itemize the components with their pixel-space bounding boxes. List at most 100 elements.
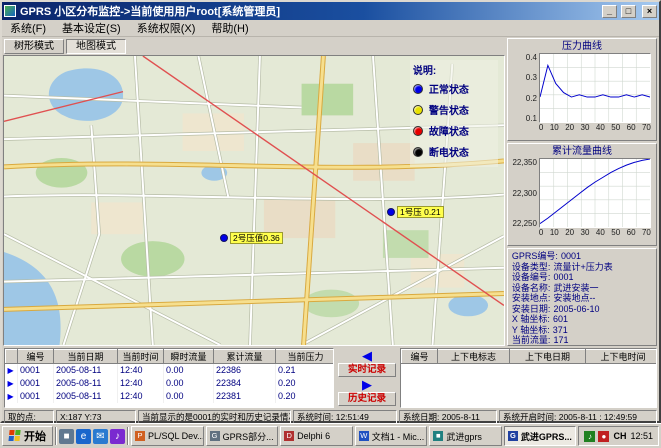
- task-label: 文档1 - Mic...: [372, 430, 425, 443]
- window-title: GPRS 小区分布监控->当前使用用户root[系统管理员]: [20, 3, 598, 19]
- legend-items: 正常状态 警告状态 故障状态 断电状态: [413, 81, 495, 159]
- y-tick-label: 22,300: [512, 189, 536, 198]
- device-info-panel: GPRS编号:0001 设备类型:流量计+压力表 设备编号:0001 设备名称:…: [507, 248, 657, 346]
- y-axis-ticks: 0.40.30.20.1: [511, 53, 539, 123]
- minimize-button[interactable]: _: [602, 5, 617, 18]
- task-button[interactable]: ■ 武进gprs: [429, 426, 502, 446]
- app-window: GPRS 小区分布监控->当前使用用户root[系统管理员] _ □ × 系统(…: [0, 0, 661, 423]
- menu-item[interactable]: 帮助(H): [203, 19, 256, 37]
- device-dot-icon: [387, 208, 395, 216]
- y-tick-label: 0.4: [526, 53, 537, 62]
- x-tick-label: 30: [581, 123, 590, 133]
- info-label: GPRS编号:: [512, 251, 558, 261]
- task-buttons: P PL/SQL Dev... G GPRS部分... D Delphi 6 W…: [131, 426, 576, 446]
- taskbar-divider: [127, 427, 129, 445]
- y-axis-ticks: 22,35022,30022,250: [511, 158, 539, 228]
- history-record-button[interactable]: 历史记录: [338, 392, 396, 406]
- legend-item-label: 正常状态: [429, 81, 469, 96]
- realtime-table: 编号当前日期当前时间瞬时流量累计流量当前压力 ▶00012005-08-1112…: [4, 348, 334, 408]
- view-mode-tab[interactable]: 树形模式: [4, 39, 64, 54]
- menu-item[interactable]: 系统权限(X): [129, 19, 204, 37]
- column-header: [6, 350, 18, 364]
- info-label: 设备名称:: [512, 283, 551, 293]
- status-dot-icon: [413, 84, 423, 94]
- legend-item: 正常状态: [413, 81, 495, 96]
- taskbar-divider: [55, 427, 57, 445]
- task-button[interactable]: D Delphi 6: [280, 426, 353, 446]
- task-app-icon: W: [359, 431, 369, 441]
- quick-launch-icon[interactable]: ■: [59, 429, 74, 444]
- y-tick-label: 0.1: [526, 114, 537, 123]
- map-panel[interactable]: 说明: 正常状态 警告状态: [3, 55, 505, 346]
- x-tick-label: 50: [611, 228, 620, 238]
- device-dot-icon: [220, 234, 228, 242]
- view-mode-tab[interactable]: 地图模式: [66, 39, 126, 54]
- info-label: Y 轴坐标:: [512, 325, 550, 335]
- table-row[interactable]: ▶00012005-08-1112:400.00223840.20: [6, 377, 335, 390]
- info-value: 武进安装一: [553, 283, 598, 293]
- menu-item[interactable]: 基本设定(S): [54, 19, 129, 37]
- x-tick-label: 10: [550, 228, 559, 238]
- view-mode-tabs: 树形模式地图模式: [2, 37, 506, 55]
- info-value: 371: [553, 325, 568, 335]
- start-label: 开始: [24, 428, 46, 444]
- main-area: 树形模式地图模式: [2, 37, 659, 347]
- device-marker[interactable]: 1号压 0.21: [387, 206, 444, 218]
- device-marker-label: 1号压 0.21: [397, 206, 444, 218]
- column-header: 编号: [18, 350, 54, 364]
- windows-logo-icon: [8, 430, 21, 442]
- info-value: 0001: [553, 272, 573, 282]
- record-controls: ◀ 实时记录 ▶ 历史记录: [336, 348, 398, 408]
- app-icon[interactable]: [4, 5, 16, 17]
- info-value: 安装地点--: [553, 293, 595, 303]
- column-header: 当前日期: [54, 350, 118, 364]
- quick-launch-icon[interactable]: e: [76, 429, 91, 444]
- task-button[interactable]: W 文档1 - Mic...: [355, 426, 428, 446]
- status-segment: 系统时间: 12:51:49: [293, 410, 397, 424]
- maximize-button[interactable]: □: [621, 5, 636, 18]
- x-tick-label: 10: [550, 123, 559, 133]
- device-info-line: Y 轴坐标:371: [512, 325, 652, 336]
- info-label: 安装日期:: [512, 304, 551, 314]
- column-header: 累计流量: [214, 350, 276, 364]
- start-button[interactable]: 开始: [2, 426, 53, 446]
- device-info-line: 设备编号:0001: [512, 272, 652, 283]
- desktop: GPRS 小区分布监控->当前使用用户root[系统管理员] _ □ × 系统(…: [0, 0, 661, 448]
- info-value: 601: [553, 314, 568, 324]
- info-label: X 轴坐标:: [512, 314, 550, 324]
- map-legend: 说明: 正常状态 警告状态: [410, 60, 498, 167]
- quick-launch-icon[interactable]: ♪: [110, 429, 125, 444]
- legend-item: 故障状态: [413, 123, 495, 138]
- status-dot-icon: [413, 126, 423, 136]
- table-row[interactable]: ▶00012005-08-1112:400.00223810.20: [6, 390, 335, 403]
- menu-item[interactable]: 系统(F): [2, 19, 54, 37]
- task-button[interactable]: P PL/SQL Dev...: [131, 426, 204, 446]
- task-app-icon: ■: [433, 431, 443, 441]
- table-row[interactable]: ▶00012005-08-1112:400.00223860.21: [6, 364, 335, 377]
- x-tick-label: 40: [596, 228, 605, 238]
- device-info-line: 当前流量:171: [512, 335, 652, 346]
- x-tick-label: 40: [596, 123, 605, 133]
- left-pane: 树形模式地图模式: [2, 37, 506, 347]
- x-tick-label: 0: [539, 123, 543, 133]
- task-label: 武进gprs: [446, 430, 482, 443]
- tray-icon[interactable]: ●: [598, 431, 609, 442]
- legend-item-label: 断电状态: [429, 144, 469, 159]
- column-header: 当前时间: [118, 350, 164, 364]
- language-indicator[interactable]: CH: [613, 431, 626, 441]
- task-button[interactable]: G 武进GPRS...: [504, 426, 577, 446]
- x-axis-ticks: 010203040506070: [539, 123, 651, 133]
- menu-bar: 系统(F)基本设定(S)系统权限(X)帮助(H): [2, 20, 659, 37]
- info-label: 安装地点:: [512, 293, 551, 303]
- quick-launch-icon[interactable]: ✉: [93, 429, 108, 444]
- x-tick-label: 0: [539, 228, 543, 238]
- column-header: 瞬时流量: [164, 350, 214, 364]
- flow-chart-panel: 累计流量曲线 22,35022,30022,250 01020304050607…: [507, 143, 657, 246]
- tray-icon[interactable]: ♪: [584, 431, 595, 442]
- clock[interactable]: 12:51: [630, 431, 653, 441]
- device-marker[interactable]: 2号压值0.36: [220, 232, 283, 244]
- close-button[interactable]: ×: [642, 5, 657, 18]
- task-app-icon: D: [284, 431, 294, 441]
- realtime-record-button[interactable]: 实时记录: [338, 363, 396, 377]
- task-button[interactable]: G GPRS部分...: [206, 426, 279, 446]
